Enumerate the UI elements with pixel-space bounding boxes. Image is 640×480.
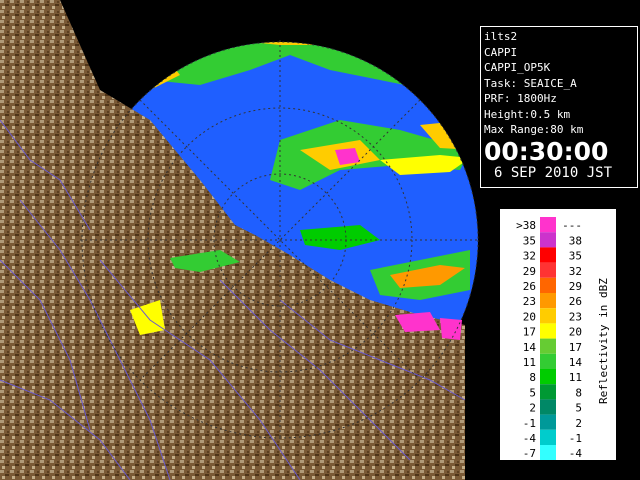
legend-swatch <box>540 323 556 339</box>
legend-high-value: 35 <box>569 250 582 263</box>
radar-display: ilts2 CAPPI CAPPI_OP5K Task: SEAICE_A PR… <box>0 0 640 480</box>
legend-high-value: 17 <box>569 341 582 354</box>
legend-low-value: 23 <box>523 295 536 308</box>
legend-swatch <box>540 384 556 400</box>
legend-high-value: 8 <box>575 386 582 399</box>
legend-swatch <box>540 293 556 309</box>
date-display: 6 SEP 2010 JST <box>494 164 613 181</box>
legend-low-value: >38 <box>516 219 536 232</box>
product-name: CAPPI <box>484 45 518 59</box>
product-code: CAPPI_OP5K <box>484 61 551 74</box>
legend-high-value: 2 <box>575 417 582 430</box>
time-display: 00:30:00 <box>484 136 609 166</box>
legend-swatch <box>540 445 556 460</box>
legend-swatch <box>540 308 556 324</box>
legend-title: Reflectivity in dBZ <box>597 278 610 404</box>
legend-swatch <box>540 232 556 248</box>
legend-low-value: 11 <box>523 356 536 369</box>
legend-high-value: 14 <box>569 356 583 369</box>
legend-high-value: 32 <box>569 265 582 278</box>
legend-high-value: -1 <box>569 432 582 445</box>
legend-low-value: -1 <box>523 417 536 430</box>
legend-swatch <box>540 262 556 278</box>
legend-high-value: 29 <box>569 280 582 293</box>
legend-low-value: 5 <box>529 386 536 399</box>
legend-swatch <box>540 369 556 385</box>
legend-swatch <box>540 429 556 445</box>
legend-low-value: 35 <box>523 234 536 247</box>
legend-high-value: 5 <box>575 402 582 415</box>
height-label: Height:0.5 km <box>484 107 571 121</box>
legend-low-value: -7 <box>523 447 536 460</box>
legend-swatch <box>540 414 556 430</box>
reflectivity-legend: >38 --- 35 38 32 35 29 32 26 29 23 26 20 23 17 20 14 17 11… <box>498 207 618 462</box>
legend-low-value: 14 <box>523 341 537 354</box>
task-label: Task: SEAICE_A <box>484 76 577 90</box>
legend-low-value: 17 <box>523 326 536 339</box>
info-panel: ilts2 CAPPI CAPPI_OP5K Task: SEAICE_A PR… <box>480 26 638 188</box>
legend-low-value: 29 <box>523 265 536 278</box>
legend-swatch <box>540 399 556 415</box>
range-rings <box>80 40 480 440</box>
legend-graphic: >38 --- 35 38 32 35 29 32 26 29 23 26 20 23 17 20 14 17 11… <box>516 217 610 460</box>
legend-low-value: 8 <box>529 371 536 384</box>
max-range-label: Max Range:80 km <box>484 123 584 136</box>
legend-low-value: 26 <box>523 280 536 293</box>
prf-label: PRF: 1800Hz <box>484 92 557 105</box>
legend-high-value: --- <box>562 219 582 232</box>
legend-high-value: 23 <box>569 310 582 323</box>
legend-low-value: 2 <box>529 402 536 415</box>
legend-swatch <box>540 353 556 369</box>
legend-high-value: 20 <box>569 326 582 339</box>
legend-swatch <box>540 247 556 263</box>
legend-swatch <box>540 217 556 233</box>
legend-high-value: -4 <box>569 447 583 460</box>
legend-low-value: -4 <box>523 432 537 445</box>
legend-low-value: 32 <box>523 250 536 263</box>
radar-name: ilts2 <box>484 30 518 43</box>
legend-low-value: 20 <box>523 310 536 323</box>
legend-swatch <box>540 277 556 293</box>
legend-high-value: 38 <box>569 234 582 247</box>
legend-swatch <box>540 338 556 354</box>
legend-high-value: 11 <box>569 371 582 384</box>
legend-high-value: 26 <box>569 295 582 308</box>
